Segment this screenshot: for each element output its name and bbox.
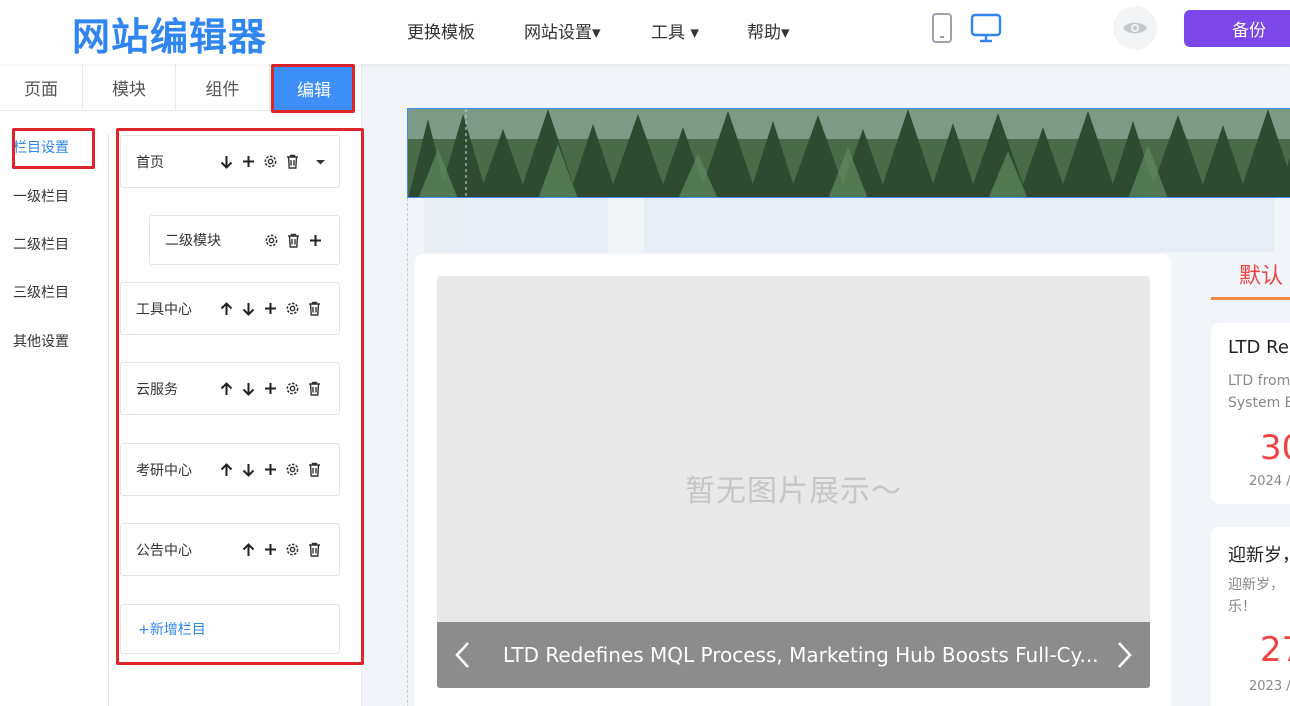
news-desc: 迎新岁， (1228, 577, 1284, 593)
arrow-up-icon[interactable] (219, 301, 234, 316)
tab-edit[interactable]: 编辑 (274, 66, 354, 110)
left-panel: 页面 模块 组件 编辑 栏目设置 一级栏目 二级栏目 三级栏目 其他设置 首页 … (0, 64, 364, 706)
forest-banner-image[interactable] (407, 108, 1290, 198)
column-item[interactable]: 首页 (120, 135, 340, 188)
trash-icon[interactable] (307, 301, 322, 316)
news-card[interactable]: 迎新岁， 迎新岁， 乐！ 27 2023 / (1211, 527, 1290, 706)
trash-icon[interactable] (307, 381, 322, 396)
news-desc: System E (1228, 395, 1290, 411)
news-desc: LTD from (1228, 373, 1290, 389)
gear-icon[interactable] (285, 301, 300, 316)
subnav-column-settings[interactable]: 栏目设置 (13, 137, 69, 157)
trash-icon[interactable] (286, 233, 301, 248)
subnav-level1[interactable]: 一级栏目 (13, 186, 69, 206)
desktop-view-icon[interactable] (970, 13, 1002, 47)
menu-tools[interactable]: 工具 ▾ (651, 18, 699, 43)
plus-icon[interactable] (263, 301, 278, 316)
news-desc: 乐！ (1228, 599, 1256, 615)
subnav-level2[interactable]: 二级栏目 (13, 234, 69, 254)
arrow-down-icon[interactable] (241, 462, 256, 477)
arrow-up-icon[interactable] (219, 381, 234, 396)
plus-icon[interactable] (308, 233, 323, 248)
tab-component[interactable]: 组件 (176, 64, 270, 111)
slider-caption: LTD Redefines MQL Process, Marketing Hub… (503, 643, 1099, 667)
news-title: 迎新岁， (1228, 545, 1290, 566)
news-title: LTD Re (1228, 337, 1289, 358)
trash-icon[interactable] (307, 542, 322, 557)
menu-change-template[interactable]: 更换模板 (407, 18, 475, 43)
gear-icon[interactable] (264, 233, 279, 248)
column-label: 首页 (136, 154, 164, 171)
add-column-button[interactable]: +新增栏目 (120, 604, 340, 654)
chevron-left-icon[interactable] (454, 641, 470, 673)
arrow-down-icon[interactable] (241, 301, 256, 316)
preview-eye-icon[interactable] (1113, 6, 1157, 50)
menu-site-settings[interactable]: 网站设置▾ (524, 18, 601, 43)
menu-help[interactable]: 帮助▾ (747, 18, 790, 43)
arrow-up-icon[interactable] (219, 462, 234, 477)
chevron-down-icon[interactable] (313, 154, 328, 169)
column-label: 工具中心 (136, 301, 192, 318)
arrow-down-icon[interactable] (241, 381, 256, 396)
slider-caption-bar: LTD Redefines MQL Process, Marketing Hub… (437, 622, 1150, 688)
plus-icon[interactable] (241, 154, 256, 169)
column-item[interactable]: 公告中心 (120, 523, 340, 576)
column-item[interactable]: 云服务 (120, 362, 340, 415)
news-date: 2023 / (1249, 679, 1290, 694)
column-label: 云服务 (136, 381, 178, 398)
backup-button[interactable]: 备份 (1184, 10, 1290, 47)
arrow-up-icon[interactable] (241, 542, 256, 557)
news-card[interactable]: LTD Re LTD from System E 30 2024 / (1211, 323, 1290, 504)
gear-icon[interactable] (263, 154, 278, 169)
column-item[interactable]: 工具中心 (120, 282, 340, 335)
sub-column-item[interactable]: 二级模块 (149, 215, 340, 265)
plus-icon[interactable] (263, 381, 278, 396)
subnav-other[interactable]: 其他设置 (13, 331, 69, 351)
subnav-level3[interactable]: 三级栏目 (13, 282, 69, 302)
slider-card: 暂无图片展示～ LTD Redefines MQL Process, Marke… (415, 254, 1171, 706)
tab-default[interactable]: 默认 (1211, 254, 1290, 300)
gear-icon[interactable] (285, 381, 300, 396)
tab-page[interactable]: 页面 (0, 64, 83, 111)
mobile-view-icon[interactable] (931, 13, 953, 47)
slider-image[interactable]: 暂无图片展示～ LTD Redefines MQL Process, Marke… (437, 276, 1150, 688)
news-day: 30 (1260, 428, 1290, 468)
panel-tabs: 页面 模块 组件 编辑 (0, 64, 362, 111)
plus-icon[interactable] (263, 542, 278, 557)
empty-image-text: 暂无图片展示～ (685, 474, 902, 509)
column-label: 考研中心 (136, 462, 192, 479)
plus-icon[interactable] (263, 462, 278, 477)
column-label: 公告中心 (136, 542, 192, 559)
gear-icon[interactable] (285, 462, 300, 477)
top-bar: 网站编辑器 更换模板 网站设置▾ 工具 ▾ 帮助▾ 备份 (0, 0, 1290, 64)
tab-module[interactable]: 模块 (83, 64, 176, 111)
app-logo[interactable]: 网站编辑器 (72, 6, 267, 61)
arrow-down-icon[interactable] (219, 154, 234, 169)
trash-icon[interactable] (285, 154, 300, 169)
news-date: 2024 / (1249, 474, 1290, 489)
canvas-preview: 暂无图片展示～ LTD Redefines MQL Process, Marke… (362, 64, 1290, 706)
divider (108, 134, 109, 706)
column-label: 二级模块 (165, 233, 221, 249)
gear-icon[interactable] (285, 542, 300, 557)
trash-icon[interactable] (307, 462, 322, 477)
column-item[interactable]: 考研中心 (120, 443, 340, 496)
news-day: 27 (1260, 630, 1290, 670)
chevron-right-icon[interactable] (1117, 641, 1133, 673)
